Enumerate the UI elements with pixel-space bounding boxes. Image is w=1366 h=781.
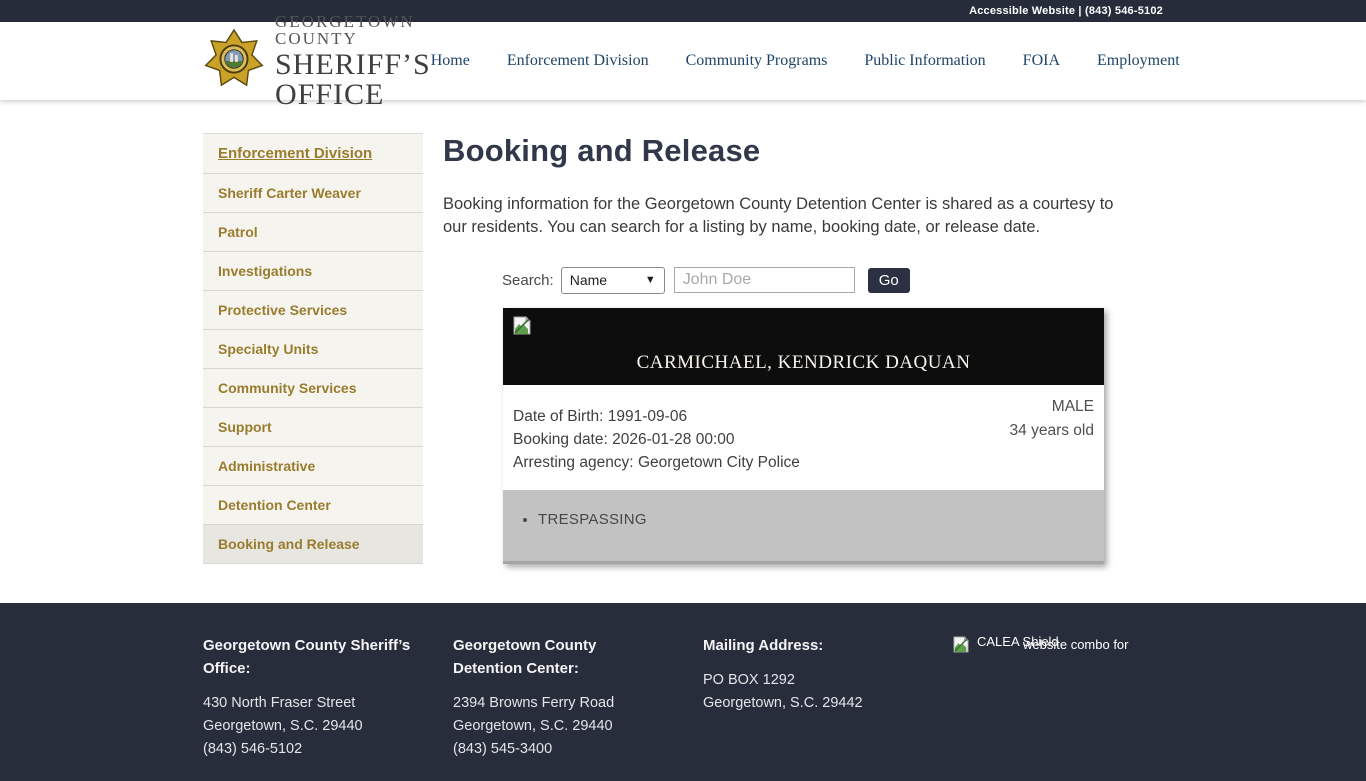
nav-community-programs[interactable]: Community Programs [686,52,828,70]
site-logo[interactable]: GEORGETOWN COUNTY SHERIFF’S OFFICE [203,13,431,110]
sidebar-item-sheriff-carter-weaver[interactable]: Sheriff Carter Weaver [203,174,423,213]
main-area: Enforcement Division Sheriff Carter Weav… [0,100,1366,603]
site-footer: Georgetown County Sheriff’s Office: 430 … [0,603,1366,781]
chevron-down-icon: ▼ [645,274,656,286]
footer-detention-center: Georgetown County Detention Center: 2394… [453,634,703,761]
inmate-sex: MALE [1010,395,1094,419]
page-title: Booking and Release [443,133,1143,169]
sidebar-item-specialty-units[interactable]: Specialty Units [203,330,423,369]
search-type-selected-value: Name [570,272,607,288]
footer-phone-detention: (843) 545-3400 [453,741,552,757]
go-button[interactable]: Go [868,268,910,293]
footer-calea-logo: CALEA Shield website combo for [953,634,1203,694]
inmate-age: 34 years old [1010,419,1094,443]
sidebar-item-investigations[interactable]: Investigations [203,252,423,291]
inmate-name: CARMICHAEL, KENDRICK DAQUAN [513,352,1094,374]
sidebar-item-community-services[interactable]: Community Services [203,369,423,408]
nav-foia[interactable]: FOIA [1023,52,1060,70]
accessible-website-phone-link[interactable]: Accessible Website | (843) 546-5102 [969,5,1163,17]
intro-text: Booking information for the Georgetown C… [443,193,1139,239]
sidebar-item-detention-center[interactable]: Detention Center [203,486,423,525]
search-type-select[interactable]: Name ▼ [561,267,665,294]
footer-heading-detention-center: Georgetown County Detention Center: [453,634,668,680]
booking-card-details: MALE 34 years old Date of Birth: 1991-09… [503,385,1104,490]
booking-record-card: CARMICHAEL, KENDRICK DAQUAN MALE 34 year… [503,308,1104,564]
sidebar-item-administrative[interactable]: Administrative [203,447,423,486]
logo-line-1: GEORGETOWN COUNTY [275,13,431,47]
footer-heading-mailing-address: Mailing Address: [703,634,918,657]
booking-card-header: CARMICHAEL, KENDRICK DAQUAN [503,308,1104,385]
logo-text: GEORGETOWN COUNTY SHERIFF’S OFFICE [275,13,431,110]
broken-image-icon [953,636,971,655]
nav-enforcement-division[interactable]: Enforcement Division [507,52,649,70]
calea-alt-text-2: website combo for [1023,637,1129,652]
sidebar-item-support[interactable]: Support [203,408,423,447]
search-form: Search: Name ▼ Go [502,266,1143,294]
nav-home[interactable]: Home [431,52,470,70]
sidebar-item-protective-services[interactable]: Protective Services [203,291,423,330]
dob-row: Date of Birth: 1991-09-06 [513,405,1094,428]
booking-date-row: Booking date: 2026-01-28 00:00 [513,428,1094,451]
inmate-sex-age: MALE 34 years old [1010,395,1094,443]
sidebar-item-patrol[interactable]: Patrol [203,213,423,252]
footer-sheriffs-office: Georgetown County Sheriff’s Office: 430 … [203,634,453,761]
sheriff-badge-icon [203,27,265,96]
charge-item: TRESPASSING [538,511,1094,528]
logo-line-2: SHERIFF’S OFFICE [275,50,431,110]
footer-heading-sheriffs-office: Georgetown County Sheriff’s Office: [203,634,418,680]
main-nav: Home Enforcement Division Community Prog… [431,52,1180,70]
nav-public-information[interactable]: Public Information [864,52,985,70]
sidebar-nav: Enforcement Division Sheriff Carter Weav… [203,133,423,564]
page-content: Booking and Release Booking information … [443,133,1143,564]
search-input[interactable] [674,267,855,293]
footer-mailing-address: Mailing Address: PO BOX 1292 Georgetown,… [703,634,953,761]
broken-image-icon [513,316,531,335]
search-label: Search: [502,272,554,289]
site-header: GEORGETOWN COUNTY SHERIFF’S OFFICE Home … [0,22,1366,100]
nav-employment[interactable]: Employment [1097,52,1180,70]
sidebar-item-booking-and-release[interactable]: Booking and Release [203,525,423,564]
footer-phone-sheriff: (843) 546-5102 [203,741,302,757]
charges-section: TRESPASSING [503,490,1104,564]
arresting-agency-row: Arresting agency: Georgetown City Police [513,451,1094,474]
sidebar-item-enforcement-division[interactable]: Enforcement Division [203,134,423,174]
